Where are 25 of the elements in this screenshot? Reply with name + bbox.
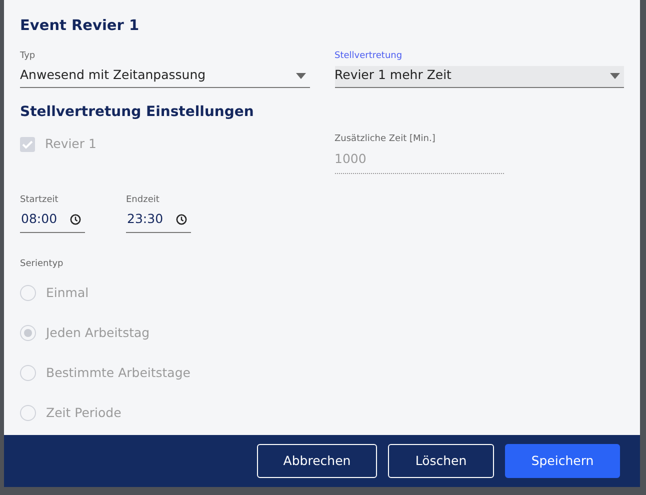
number-field: 1000 <box>334 150 504 174</box>
time-field[interactable]: 08:00 <box>20 210 85 233</box>
radio-label: Jeden Arbeitstag <box>46 324 150 342</box>
time-field[interactable]: 23:30 <box>126 210 191 233</box>
field-label: Stellvertretung <box>334 50 404 63</box>
section-heading: Stellvertretung Einstellungen <box>20 103 255 122</box>
radio-label: Bestimmte Arbeitstage <box>46 364 190 382</box>
clock-icon <box>70 214 81 225</box>
field-label: Zusätzliche Zeit [Min.] <box>334 133 436 146</box>
field-label: Typ <box>20 50 36 63</box>
radio-label: Einmal <box>46 284 89 302</box>
checkbox-label: Revier 1 <box>45 135 96 154</box>
caret-icon <box>610 72 620 79</box>
dropdown-field[interactable]: Revier 1 mehr Zeit <box>334 66 624 88</box>
field-label: Serientyp <box>20 258 64 271</box>
radio-label: Zeit Periode <box>46 404 122 422</box>
field-label: Startzeit <box>20 194 60 206</box>
action-button[interactable]: Abbrechen <box>257 444 377 478</box>
caret-icon <box>296 72 306 79</box>
clock-icon <box>176 214 187 225</box>
dialog-title: Event Revier 1 <box>20 17 140 36</box>
save-button[interactable]: Speichern <box>505 444 620 478</box>
dropdown-field[interactable]: Anwesend mit Zeitanpassung <box>20 66 310 88</box>
action-button[interactable]: Löschen <box>388 444 494 478</box>
field-label: Endzeit <box>126 194 160 206</box>
